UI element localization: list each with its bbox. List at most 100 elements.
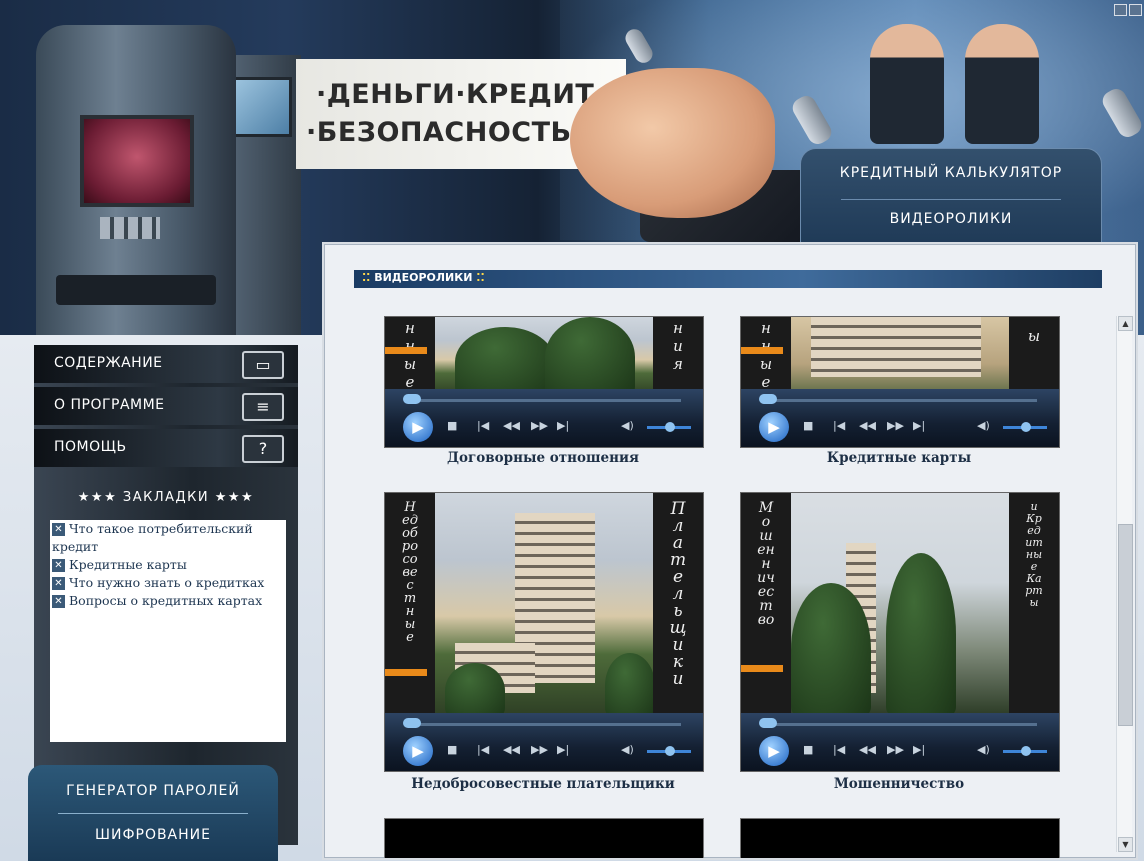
bookmark-link[interactable]: Что нужно знать о кредитках	[69, 575, 264, 590]
remove-bookmark-icon[interactable]: ✕	[52, 595, 65, 608]
credit-calculator-link[interactable]: КРЕДИТНЫЙ КАЛЬКУЛЯТОР	[801, 165, 1101, 181]
help-icon: ?	[242, 435, 284, 463]
accent-bar	[385, 347, 427, 354]
stop-icon[interactable]: ■	[803, 743, 813, 756]
video-frame	[791, 317, 1009, 395]
bottom-menu: ГЕНЕРАТОР ПАРОЛЕЙ ШИФРОВАНИЕ	[28, 765, 278, 861]
seek-knob[interactable]	[759, 394, 777, 404]
stop-icon[interactable]: ■	[803, 419, 813, 432]
video-player[interactable]: нные ы ▶ ■ |◀ ◀◀ ▶▶ ▶| ◀)	[740, 316, 1060, 448]
tree-image	[455, 327, 555, 397]
bookmark-link[interactable]: Вопросы о кредитных картах	[69, 593, 262, 608]
video-side-text: ы	[1027, 327, 1041, 345]
atm-slot	[56, 275, 216, 305]
previous-icon[interactable]: |◀	[833, 743, 845, 756]
slogan-line-1: ·ДЕНЬГИ·КРЕДИТ·	[316, 79, 606, 110]
stop-icon[interactable]: ■	[447, 743, 457, 756]
sidebar-item-contents[interactable]: СОДЕРЖАНИЕ ▭	[34, 345, 298, 383]
video-player[interactable]: Недобросовестные Плательщики ▶ ■ |◀ ◀◀ ▶…	[384, 492, 704, 772]
seek-knob[interactable]	[403, 718, 421, 728]
stop-icon[interactable]: ■	[447, 419, 457, 432]
minimize-button[interactable]	[1114, 4, 1127, 16]
bookmark-link[interactable]: Кредитные карты	[69, 557, 187, 572]
video-player[interactable]: нные ния ▶ ■ |◀ ◀◀ ▶▶ ▶| ◀)	[384, 316, 704, 448]
video-side-text: Мошенничество	[757, 500, 775, 628]
remove-bookmark-icon[interactable]: ✕	[52, 523, 65, 536]
bookmarks-title: ★★★ ЗАКЛАДКИ ★★★	[77, 490, 255, 505]
volume-knob[interactable]	[1021, 422, 1031, 432]
seek-track[interactable]	[761, 723, 1037, 726]
panel-title: ⁚⁚ ВИДЕОРОЛИКИ ⁚⁚	[362, 271, 485, 284]
list-item[interactable]: ✕ Кредитные карты	[50, 556, 286, 574]
fast-forward-icon[interactable]: ▶▶	[531, 419, 548, 432]
volume-knob[interactable]	[665, 746, 675, 756]
next-icon[interactable]: ▶|	[557, 743, 569, 756]
play-icon[interactable]: ▶	[403, 412, 433, 442]
bookmark-link[interactable]: Что такое потребительский кредит	[52, 521, 253, 554]
volume-knob[interactable]	[665, 422, 675, 432]
scroll-down-icon[interactable]: ▼	[1118, 837, 1133, 852]
remove-bookmark-icon[interactable]: ✕	[52, 559, 65, 572]
seek-knob[interactable]	[403, 394, 421, 404]
video-caption[interactable]: Недобросовестные плательщики	[384, 776, 702, 792]
video-caption[interactable]: Договорные отношения	[384, 450, 702, 466]
password-generator-link[interactable]: ГЕНЕРАТОР ПАРОЛЕЙ	[28, 783, 278, 799]
video-side-text: нные	[759, 319, 773, 391]
seek-knob[interactable]	[759, 718, 777, 728]
fast-forward-icon[interactable]: ▶▶	[531, 743, 548, 756]
tree-image	[605, 653, 655, 718]
volume-icon[interactable]: ◀)	[621, 419, 634, 432]
seek-track[interactable]	[761, 399, 1037, 402]
next-icon[interactable]: ▶|	[557, 419, 569, 432]
sidebar-item-label: ПОМОЩЬ	[54, 439, 127, 455]
folder-icon: ▭	[242, 351, 284, 379]
player-controls: ▶ ■ |◀ ◀◀ ▶▶ ▶| ◀)	[385, 389, 703, 447]
scroll-thumb[interactable]	[1118, 524, 1133, 726]
volume-icon[interactable]: ◀)	[621, 743, 634, 756]
tree-image	[545, 317, 635, 397]
accent-bar	[741, 347, 783, 354]
volume-icon[interactable]: ◀)	[977, 743, 990, 756]
next-icon[interactable]: ▶|	[913, 743, 925, 756]
sidebar-item-label: СОДЕРЖАНИЕ	[54, 355, 163, 371]
play-icon[interactable]: ▶	[403, 736, 433, 766]
list-item[interactable]: ✕ Вопросы о кредитных картах	[50, 592, 286, 610]
sidebar-item-about[interactable]: О ПРОГРАММЕ ≡	[34, 387, 298, 425]
play-icon[interactable]: ▶	[759, 412, 789, 442]
video-player[interactable]	[384, 818, 704, 858]
video-player[interactable]: Мошенничество и Кредитные Карты ▶ ■ |◀ ◀…	[740, 492, 1060, 772]
volume-knob[interactable]	[1021, 746, 1031, 756]
seek-track[interactable]	[405, 399, 681, 402]
seek-track[interactable]	[405, 723, 681, 726]
video-side-text: и Кредитные Карты	[1025, 500, 1043, 609]
video-caption[interactable]: Кредитные карты	[740, 450, 1058, 466]
sidebar-item-help[interactable]: ПОМОЩЬ ?	[34, 429, 298, 467]
remove-bookmark-icon[interactable]: ✕	[52, 577, 65, 590]
previous-icon[interactable]: |◀	[477, 419, 489, 432]
atm-illustration	[36, 25, 301, 345]
list-item[interactable]: ✕ Что такое потребительский кредит	[50, 520, 286, 556]
list-item[interactable]: ✕ Что нужно знать о кредитках	[50, 574, 286, 592]
video-caption[interactable]: Мошенничество	[740, 776, 1058, 792]
previous-icon[interactable]: |◀	[477, 743, 489, 756]
videos-link[interactable]: ВИДЕОРОЛИКИ	[801, 211, 1101, 227]
next-icon[interactable]: ▶|	[913, 419, 925, 432]
scroll-up-icon[interactable]: ▲	[1118, 316, 1133, 331]
sidebar-item-label: О ПРОГРАММЕ	[54, 397, 165, 413]
video-side-right: Плательщики	[653, 493, 703, 717]
rewind-icon[interactable]: ◀◀	[503, 743, 520, 756]
video-player[interactable]	[740, 818, 1060, 858]
fast-forward-icon[interactable]: ▶▶	[887, 419, 904, 432]
fast-forward-icon[interactable]: ▶▶	[887, 743, 904, 756]
maximize-button[interactable]	[1129, 4, 1142, 16]
previous-icon[interactable]: |◀	[833, 419, 845, 432]
rewind-icon[interactable]: ◀◀	[859, 419, 876, 432]
rewind-icon[interactable]: ◀◀	[503, 419, 520, 432]
rewind-icon[interactable]: ◀◀	[859, 743, 876, 756]
content-panel: ⁚⁚ ВИДЕОРОЛИКИ ⁚⁚ ▲ ▼ нные ния ▶ ■ |◀ ◀◀…	[322, 242, 1138, 860]
scrollbar[interactable]: ▲ ▼	[1116, 316, 1133, 852]
volume-icon[interactable]: ◀)	[977, 419, 990, 432]
video-side-text: Плательщики	[669, 499, 687, 689]
play-icon[interactable]: ▶	[759, 736, 789, 766]
encryption-link[interactable]: ШИФРОВАНИЕ	[28, 827, 278, 843]
